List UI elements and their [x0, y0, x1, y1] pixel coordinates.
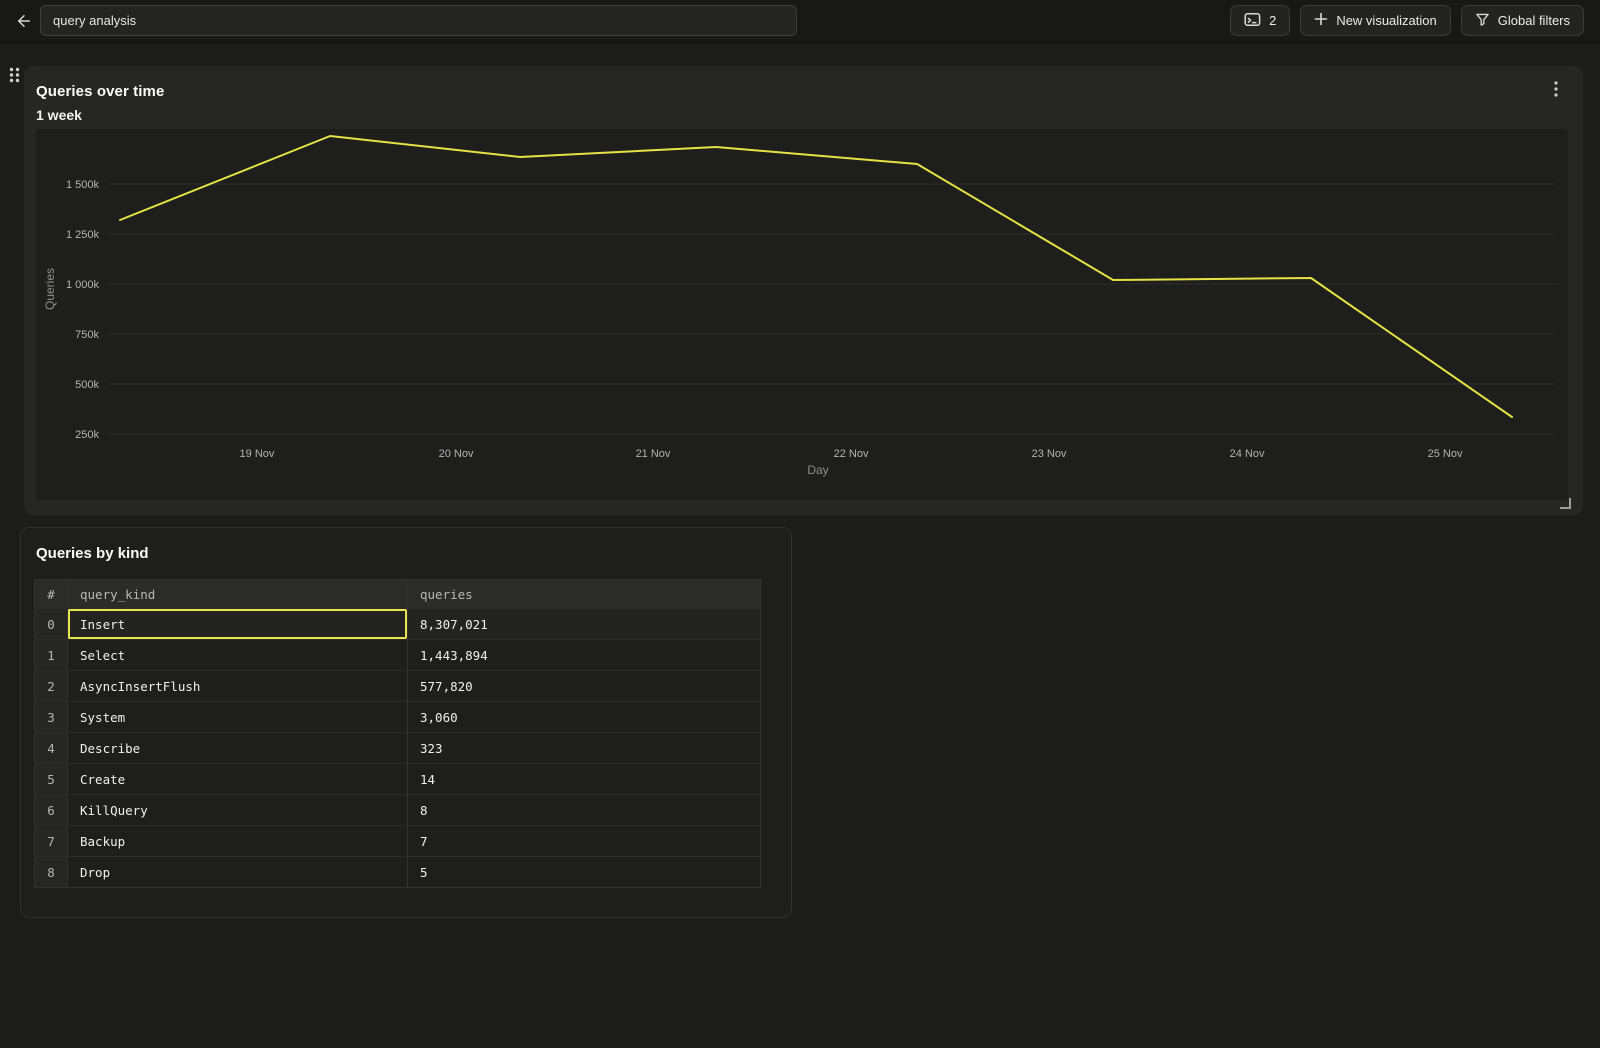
- new-visualization-label: New visualization: [1336, 13, 1436, 28]
- queries-count-cell[interactable]: 8,307,021: [407, 609, 762, 639]
- row-index-cell[interactable]: 3: [35, 702, 67, 732]
- topbar-actions: 2 New visualization Global filters: [1230, 5, 1584, 36]
- y-axis-name: Queries: [43, 268, 57, 310]
- global-filters-label: Global filters: [1498, 13, 1570, 28]
- x-tick-label: 25 Nov: [1428, 448, 1463, 460]
- x-tick-label: 23 Nov: [1032, 448, 1067, 460]
- panel-menu-button[interactable]: [1545, 78, 1567, 102]
- query-kind-cell[interactable]: Describe: [67, 733, 407, 763]
- x-tick-label: 24 Nov: [1230, 448, 1265, 460]
- x-tick-label: 19 Nov: [240, 448, 275, 460]
- row-index-cell[interactable]: 4: [35, 733, 67, 763]
- query-kind-cell[interactable]: Drop: [67, 857, 407, 887]
- drag-handle-icon[interactable]: [6, 66, 22, 84]
- y-tick-label: 1 000k: [66, 279, 100, 291]
- column-header-query_kind: query_kind: [67, 580, 407, 608]
- row-index-cell[interactable]: 7: [35, 826, 67, 856]
- chart-canvas[interactable]: 1 500k 1 250k 1 000k 750k 500k 250k 19 Nov 20 N…: [36, 129, 1568, 500]
- queries-by-kind-table: #query_kindqueries0Insert8,307,0211Selec…: [34, 579, 761, 888]
- y-tick-label: 750k: [75, 329, 99, 341]
- y-tick-label: 250k: [75, 429, 99, 441]
- queries-count-cell[interactable]: 577,820: [407, 671, 762, 701]
- topbar: 2 New visualization Global filters: [0, 0, 1600, 43]
- y-tick-label: 500k: [75, 379, 99, 391]
- table-row: 6KillQuery8: [35, 794, 760, 825]
- query-kind-cell[interactable]: AsyncInsertFlush: [67, 671, 407, 701]
- new-visualization-button[interactable]: New visualization: [1300, 5, 1450, 36]
- table-panel: Queries by kind #query_kindqueries0Inser…: [20, 527, 792, 918]
- back-button[interactable]: [10, 8, 38, 36]
- funnel-icon: [1475, 12, 1490, 30]
- chart-panel-title: Queries over time: [36, 83, 164, 100]
- row-index-cell[interactable]: 0: [35, 609, 67, 639]
- queries-count-cell[interactable]: 3,060: [407, 702, 762, 732]
- resize-handle[interactable]: [1560, 498, 1571, 509]
- table-row: 3System3,060: [35, 701, 760, 732]
- queries-count-cell[interactable]: 1,443,894: [407, 640, 762, 670]
- console-icon: [1244, 12, 1261, 30]
- table-row: 4Describe323: [35, 732, 760, 763]
- queries-line-series: [120, 136, 1512, 417]
- query-kind-cell[interactable]: Backup: [67, 826, 407, 856]
- table-panel-title: Queries by kind: [36, 545, 149, 562]
- y-tick-label: 1 250k: [66, 229, 100, 241]
- query-kind-cell[interactable]: Insert: [67, 609, 407, 639]
- row-index-cell[interactable]: 6: [35, 795, 67, 825]
- query-kind-cell[interactable]: Select: [67, 640, 407, 670]
- table-row: 8Drop5: [35, 856, 760, 887]
- x-tick-label: 20 Nov: [439, 448, 474, 460]
- query-kind-cell[interactable]: Create: [67, 764, 407, 794]
- queries-count-cell[interactable]: 8: [407, 795, 762, 825]
- queries-count-cell[interactable]: 5: [407, 857, 762, 887]
- row-index-cell[interactable]: 5: [35, 764, 67, 794]
- arrow-left-icon: [15, 12, 33, 33]
- plus-icon: [1314, 12, 1328, 29]
- queries-count-cell[interactable]: 7: [407, 826, 762, 856]
- row-index-cell[interactable]: 1: [35, 640, 67, 670]
- x-tick-label: 21 Nov: [636, 448, 671, 460]
- global-filters-button[interactable]: Global filters: [1461, 5, 1584, 36]
- console-tab-count: 2: [1269, 13, 1276, 28]
- column-header-index: #: [35, 580, 67, 608]
- chart-panel-subtitle: 1 week: [36, 107, 82, 123]
- chart-panel: Queries over time 1 week 1 500k 1 250k 1 0…: [24, 66, 1583, 515]
- row-index-cell[interactable]: 2: [35, 671, 67, 701]
- table-row: 7Backup7: [35, 825, 760, 856]
- kebab-menu-icon: [1554, 81, 1558, 100]
- queries-count-cell[interactable]: 14: [407, 764, 762, 794]
- table-row: 5Create14: [35, 763, 760, 794]
- queries-count-cell[interactable]: 323: [407, 733, 762, 763]
- column-header-queries: queries: [407, 580, 762, 608]
- query-kind-cell[interactable]: KillQuery: [67, 795, 407, 825]
- console-tabs-button[interactable]: 2: [1230, 5, 1290, 36]
- dashboard-title-input[interactable]: [40, 5, 797, 36]
- table-row: 2AsyncInsertFlush577,820: [35, 670, 760, 701]
- y-tick-label: 1 500k: [66, 179, 100, 191]
- table-row: 0Insert8,307,021: [35, 608, 760, 639]
- row-index-cell[interactable]: 8: [35, 857, 67, 887]
- table-header-row: #query_kindqueries: [35, 580, 760, 608]
- x-tick-label: 22 Nov: [834, 448, 869, 460]
- table-row: 1Select1,443,894: [35, 639, 760, 670]
- query-kind-cell[interactable]: System: [67, 702, 407, 732]
- x-axis-name: Day: [807, 463, 828, 477]
